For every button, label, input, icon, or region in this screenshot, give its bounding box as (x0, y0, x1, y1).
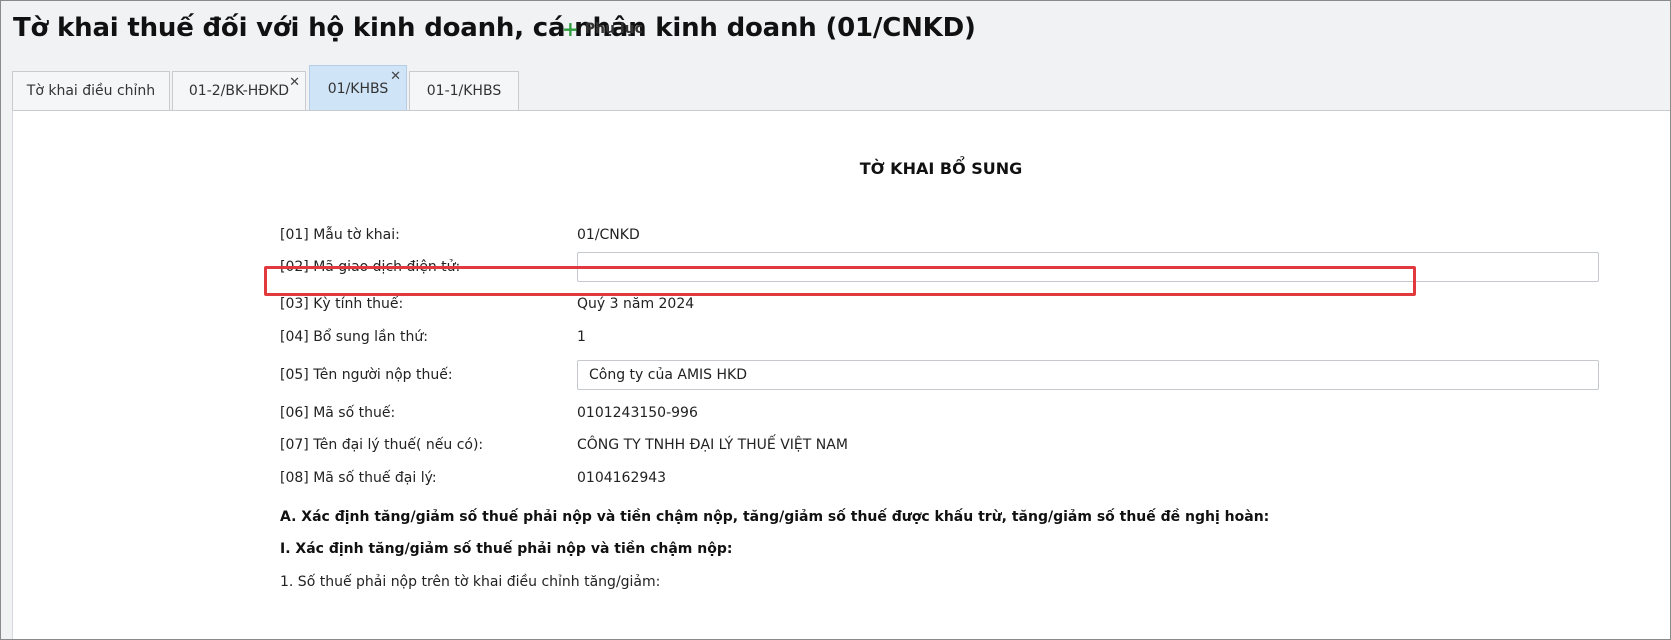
close-icon[interactable]: ✕ (289, 76, 300, 89)
tab-01-2-bk-hdkd[interactable]: 01-2/BK-HĐKD ✕ (172, 71, 306, 110)
field-label-08: [08] Mã số thuế đại lý: (280, 470, 437, 486)
tab-label: 01-2/BK-HĐKD (188, 83, 290, 99)
form-title: TỜ KHAI BỔ SUNG (859, 159, 1023, 178)
field-value-06: 0101243150-996 (577, 405, 698, 421)
close-icon[interactable]: ✕ (390, 70, 401, 83)
electronic-transaction-code-input[interactable] (577, 252, 1599, 282)
field-label-02: [02] Mã giao dịch điện tử: (280, 259, 461, 275)
tab-label: 01-1/KHBS (426, 83, 502, 99)
field-label-06: [06] Mã số thuế: (280, 405, 396, 421)
tab-label: Tờ khai điều chỉnh (26, 83, 156, 99)
field-value-08: 0104162943 (577, 470, 667, 486)
field-value-04: 1 (577, 329, 586, 345)
tab-01-1-khbs[interactable]: 01-1/KHBS (409, 71, 519, 110)
add-appendix-label: Phụ lục (584, 21, 643, 37)
add-appendix-button[interactable]: + Phụ lục (562, 18, 643, 40)
field-label-07: [07] Tên đại lý thuế( nếu có): (280, 437, 484, 453)
page-title: Tờ khai thuế đối với hộ kinh doanh, cá n… (13, 13, 976, 43)
tab-01-khbs[interactable]: 01/KHBS ✕ (309, 65, 407, 111)
section-i-heading: I. Xác định tăng/giảm số thuế phải nộp v… (280, 541, 733, 557)
tab-label: 01/KHBS (327, 80, 389, 97)
app-window: Tờ khai thuế đối với hộ kinh doanh, cá n… (0, 0, 1671, 640)
field-value-07: CÔNG TY TNHH ĐẠI LÝ THUẾ VIỆT NAM (577, 437, 848, 453)
field-label-04: [04] Bổ sung lần thứ: (280, 329, 428, 345)
field-label-01: [01] Mẫu tờ khai: (280, 227, 400, 243)
taxpayer-name-input[interactable]: Công ty của AMIS HKD (577, 360, 1599, 390)
form-content: TỜ KHAI BỔ SUNG [01] Mẫu tờ khai: 01/CNK… (12, 110, 1670, 639)
plus-icon: + (562, 17, 579, 41)
field-label-03: [03] Kỳ tính thuế: (280, 296, 404, 312)
field-label-05: [05] Tên người nộp thuế: (280, 367, 453, 383)
item-1-text: 1. Số thuế phải nộp trên tờ khai điều ch… (280, 574, 661, 590)
field-value-01: 01/CNKD (577, 227, 640, 243)
field-value-03: Quý 3 năm 2024 (577, 296, 695, 312)
tab-to-khai-dieu-chinh[interactable]: Tờ khai điều chỉnh (12, 71, 170, 110)
section-a-heading: A. Xác định tăng/giảm số thuế phải nộp v… (280, 509, 1270, 525)
